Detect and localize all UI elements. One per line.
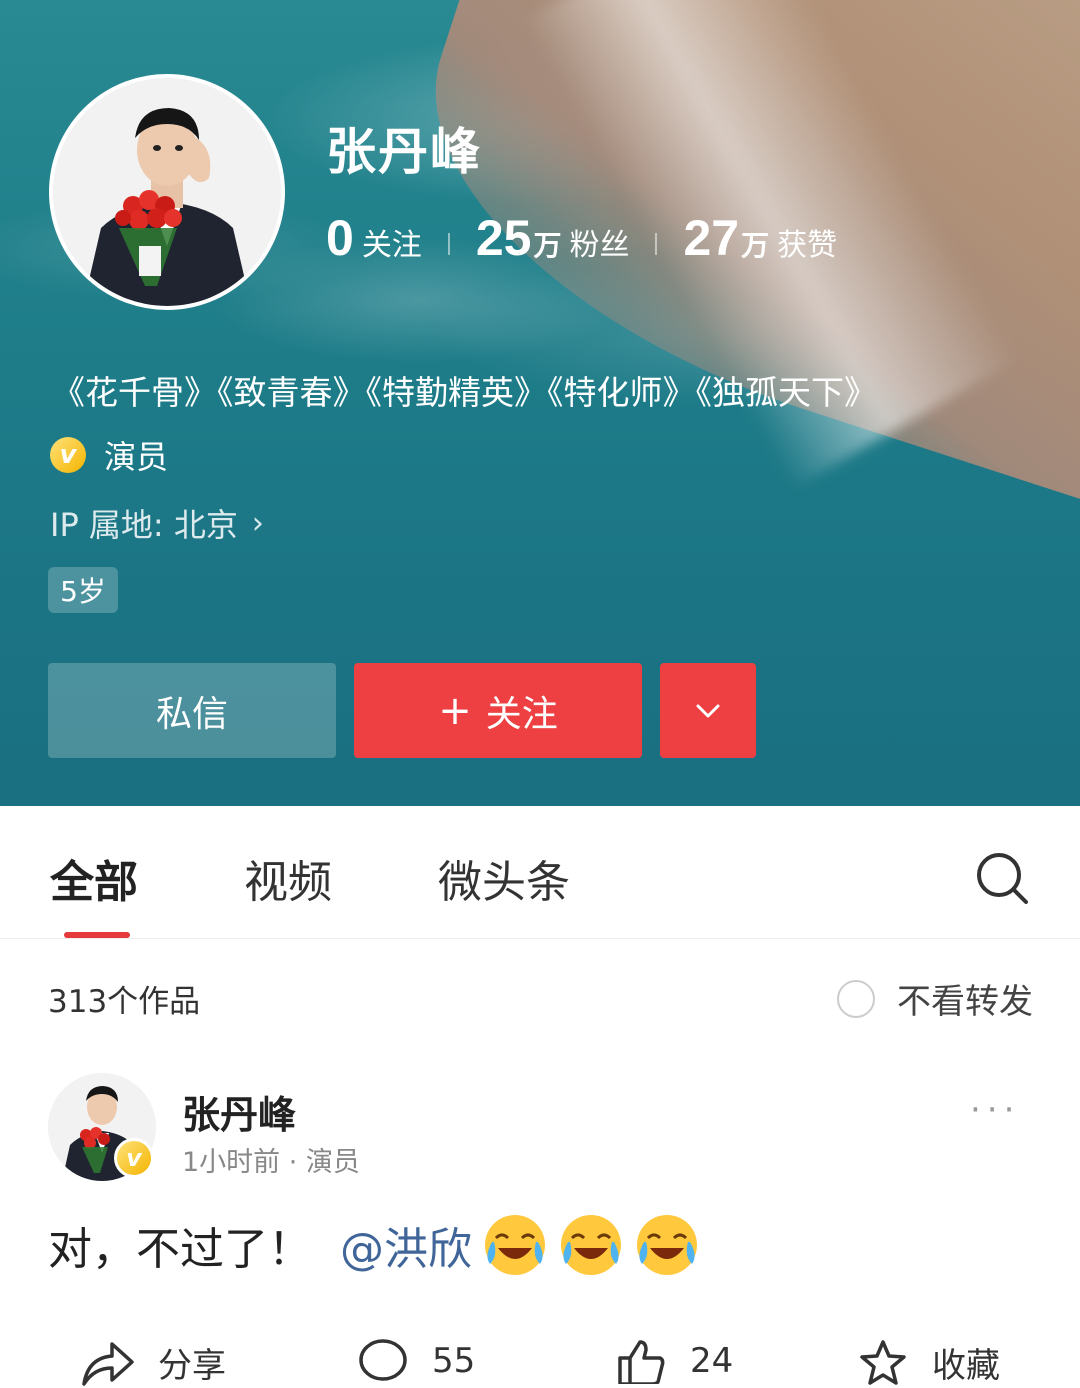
content-tabs: 全部 视频 微头条	[0, 806, 1080, 939]
works-filter-row: 313个作品 不看转发	[48, 974, 1033, 1023]
tab-video[interactable]: 视频	[244, 846, 332, 910]
comment-icon	[359, 1339, 407, 1381]
user-mention-link[interactable]: @洪欣	[340, 1213, 472, 1277]
hide-reposts-toggle[interactable]: 不看转发	[837, 974, 1033, 1023]
message-button-label: 私信	[155, 693, 228, 735]
profile-stats: 0 关注 25 万 粉丝 27 万 获赞	[326, 203, 837, 267]
like-count: 24	[690, 1341, 734, 1381]
comment-button[interactable]: 55	[358, 1338, 475, 1384]
tab-all[interactable]: 全部	[50, 846, 138, 910]
favorite-label: 收藏	[932, 1346, 1000, 1386]
recommend-dropdown-button[interactable]	[660, 663, 756, 758]
likes-stat[interactable]: 27 万 获赞	[683, 209, 837, 267]
share-icon	[82, 1341, 134, 1386]
works-count: 313个作品	[48, 984, 201, 1020]
likes-unit: 万	[741, 229, 770, 262]
verification-row: v 演员	[50, 432, 168, 478]
verified-badge-icon: v	[114, 1138, 154, 1178]
likes-count: 27	[683, 210, 740, 266]
message-button[interactable]: 私信	[48, 663, 336, 758]
stat-divider	[655, 233, 658, 255]
laugh-cry-emoji-icon	[637, 1215, 697, 1275]
profile-avatar[interactable]	[49, 74, 285, 310]
tab-micro-headline[interactable]: 微头条	[438, 846, 570, 910]
followers-unit: 万	[533, 229, 562, 262]
ip-location-text: IP 属地: 北京	[50, 506, 238, 544]
avatar-image	[53, 78, 281, 306]
share-label: 分享	[158, 1346, 226, 1386]
share-button[interactable]: 分享	[80, 1338, 226, 1387]
following-count: 0	[326, 210, 354, 266]
following-stat[interactable]: 0 关注	[326, 209, 422, 267]
radio-button[interactable]	[837, 979, 875, 1018]
search-icon[interactable]	[974, 850, 1030, 906]
laugh-cry-emoji-icon	[485, 1215, 545, 1275]
follow-button-label: 关注	[485, 693, 558, 735]
followers-label: 粉丝	[569, 228, 630, 263]
stat-divider	[447, 233, 450, 255]
post-meta: 1小时前 · 演员	[182, 1147, 360, 1178]
followers-count: 25	[475, 210, 532, 266]
chevron-right-icon: ›	[251, 505, 264, 541]
likes-label: 获赞	[777, 228, 838, 263]
post-content[interactable]: 对，不过了！ @洪欣	[48, 1212, 700, 1278]
follow-button[interactable]: + 关注	[354, 663, 642, 758]
active-tab-indicator	[64, 932, 130, 938]
post-author-name[interactable]: 张丹峰	[182, 1084, 296, 1139]
comment-count: 55	[432, 1341, 476, 1381]
ip-location-link[interactable]: IP 属地: 北京 ›	[50, 500, 264, 546]
following-label: 关注	[361, 228, 422, 263]
verified-badge-icon: v	[50, 437, 86, 473]
thumbs-up-icon	[618, 1340, 665, 1384]
profile-header: 张丹峰 0 关注 25 万 粉丝 27 万 获赞 《花千骨》《致青春》《特勤精英…	[0, 0, 1080, 806]
more-options-icon[interactable]: ···	[970, 1090, 1020, 1130]
chevron-down-icon	[696, 704, 720, 717]
laugh-cry-emoji-icon	[561, 1215, 621, 1275]
favorite-button[interactable]: 收藏	[858, 1338, 1000, 1387]
profile-name: 张丹峰	[326, 123, 482, 181]
star-icon	[860, 1339, 906, 1385]
post-action-bar: 分享 55 24 收藏	[0, 1338, 1080, 1388]
hide-reposts-label: 不看转发	[897, 982, 1033, 1022]
verification-label: 演员	[104, 438, 169, 476]
plus-icon: +	[438, 687, 472, 734]
like-button[interactable]: 24	[616, 1338, 733, 1384]
followers-stat[interactable]: 25 万 粉丝	[476, 209, 630, 267]
post-text: 对，不过了！	[48, 1224, 312, 1275]
account-age-tag: 5岁	[48, 567, 118, 613]
profile-bio: 《花千骨》《致青春》《特勤精英》《特化师》《独孤天下》	[52, 373, 877, 412]
